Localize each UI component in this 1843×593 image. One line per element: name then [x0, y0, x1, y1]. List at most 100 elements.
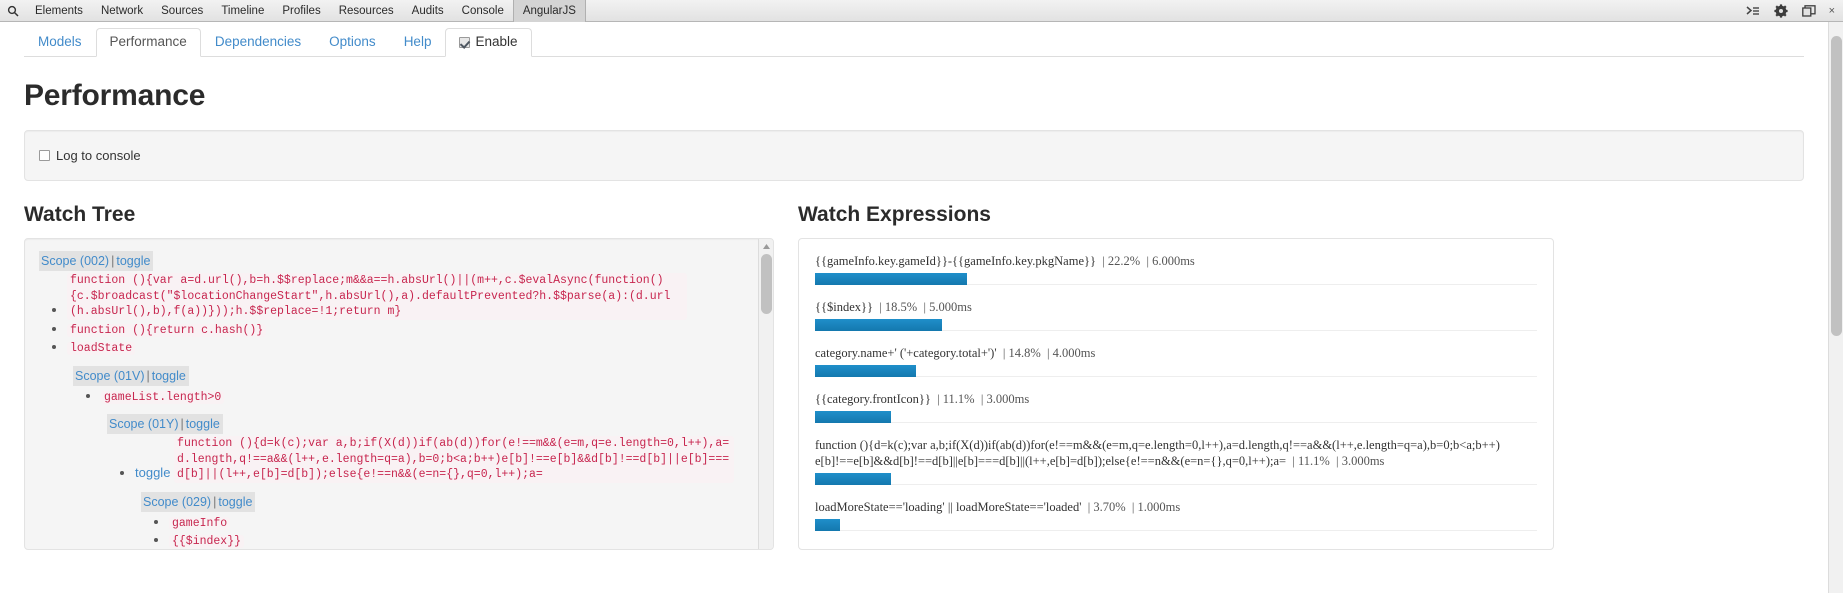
angularjs-batarang-panel: Models Performance Dependencies Options …: [0, 22, 1843, 593]
expression-text: {{$index}}: [815, 300, 874, 314]
expression-time: | 4.000ms: [1043, 346, 1096, 360]
enable-checkbox[interactable]: [459, 36, 471, 48]
devtools-toolbar: Elements Network Sources Timeline Profil…: [0, 0, 1843, 22]
tab-help[interactable]: Help: [390, 28, 446, 57]
expression-bar: [815, 365, 917, 377]
watch-tree-panel: Scope (002)|toggle function (){var a=d.u…: [24, 238, 774, 550]
watch-tree-scrollbar[interactable]: [758, 239, 773, 549]
scope-toggle-link[interactable]: toggle: [186, 417, 220, 431]
watch-tree-scroll-thumb[interactable]: [761, 254, 772, 314]
watch-expression-code: function (){var a=d.url(),b=h.$$replace;…: [67, 273, 687, 320]
scope-separator: |: [180, 417, 184, 431]
expression-text: loadMoreState=='loading' || loadMoreStat…: [815, 500, 1082, 514]
devtools-tab-profiles[interactable]: Profiles: [273, 0, 329, 22]
expression-bar: [815, 273, 968, 285]
devtools-panel-tabs: Elements Network Sources Timeline Profil…: [26, 0, 586, 22]
scope-toggle-link[interactable]: toggle: [218, 495, 252, 509]
expression-text: category.name+' ('+category.total+')': [815, 346, 997, 360]
expression-text: function (){d=k(c);var a,b;if(X(d))if(ab…: [815, 438, 1500, 468]
watch-item: {{$index}}: [169, 532, 757, 549]
expression-percent: | 11.1%: [933, 392, 975, 406]
scroll-up-icon[interactable]: [759, 239, 773, 253]
watch-expression-label: function (){d=k(c);var a,b;if(X(d))if(ab…: [815, 437, 1505, 469]
watch-expression-label: {{$index}} | 18.5% | 5.000ms: [815, 299, 1537, 315]
expression-bar-track: [815, 319, 1537, 331]
expression-percent: | 22.2%: [1099, 254, 1141, 268]
page-scroll-thumb[interactable]: [1831, 36, 1842, 336]
watch-item: function (){var a=d.url(),b=h.$$replace;…: [67, 273, 757, 320]
watch-expression-row: category.name+' ('+category.total+')' | …: [815, 345, 1537, 377]
expression-text: {{category.frontIcon}}: [815, 392, 931, 406]
watch-expressions-column: Watch Expressions {{gameInfo.key.gameId}…: [798, 181, 1554, 550]
devtools-tab-network[interactable]: Network: [92, 0, 152, 22]
page-scrollbar[interactable]: [1828, 22, 1843, 593]
scope-header: Scope (002) | toggle: [39, 251, 154, 271]
tab-performance[interactable]: Performance: [95, 28, 201, 57]
watch-expression-code: function (){return c.hash()}: [67, 323, 267, 337]
dock-window-icon[interactable]: [1801, 3, 1817, 19]
panel-tabs: Models Performance Dependencies Options …: [24, 28, 1804, 57]
scope-header: Scope (01V) | toggle: [73, 365, 189, 386]
page-title: Performance: [24, 79, 206, 112]
expression-bar-track: [815, 273, 1537, 285]
watch-expression-code: gameList.length>0: [101, 390, 225, 404]
devtools-tab-resources[interactable]: Resources: [330, 0, 403, 22]
watch-expression-row: {{gameInfo.key.gameId}}-{{gameInfo.key.p…: [815, 253, 1537, 285]
devtools-tab-sources[interactable]: Sources: [152, 0, 212, 22]
devtools-toolbar-actions: ×: [1745, 0, 1843, 22]
devtools-tab-elements[interactable]: Elements: [26, 0, 92, 22]
close-icon[interactable]: ×: [1829, 5, 1837, 17]
watch-tree-column: Watch Tree Scope (002)|toggle function (…: [24, 181, 774, 550]
devtools-tab-timeline[interactable]: Timeline: [212, 0, 273, 22]
scope-link[interactable]: Scope (029): [143, 495, 211, 509]
devtools-tab-angularjs[interactable]: AngularJS: [512, 0, 586, 22]
scope-link[interactable]: Scope (002): [41, 254, 109, 268]
scope-toggle-link[interactable]: toggle: [116, 254, 150, 268]
expression-percent: | 18.5%: [876, 300, 918, 314]
watch-expression-row: function (){d=k(c);var a,b;if(X(d))if(ab…: [815, 437, 1537, 485]
watch-item: loadState: [67, 339, 757, 357]
scope-link[interactable]: Scope (01V): [75, 369, 144, 383]
expression-bar-track: [815, 473, 1537, 485]
watch-expressions-panel: {{gameInfo.key.gameId}}-{{gameInfo.key.p…: [798, 238, 1554, 550]
watch-expression-code: function (){d=k(c);var a,b;if(X(d))if(ab…: [174, 436, 735, 483]
search-icon[interactable]: [0, 0, 26, 22]
expression-bar: [815, 411, 892, 423]
enable-toggle[interactable]: Enable: [445, 28, 532, 57]
expression-percent: | 14.8%: [999, 346, 1041, 360]
expression-bar: [815, 319, 942, 331]
watch-list: function (){var a=d.url(),b=h.$$replace;…: [39, 273, 757, 357]
scope-header: Scope (029) | toggle: [141, 491, 256, 512]
watch-expressions-title: Watch Expressions: [798, 203, 991, 226]
watch-expression-code: {{$index}}: [169, 535, 245, 548]
tab-dependencies[interactable]: Dependencies: [201, 28, 315, 57]
expression-time: | 3.000ms: [977, 392, 1030, 406]
watch-expression-code: loadState: [67, 342, 136, 355]
devtools-tab-audits[interactable]: Audits: [403, 0, 453, 22]
gear-icon[interactable]: [1773, 3, 1789, 19]
log-to-console-row[interactable]: Log to console: [39, 148, 141, 163]
expression-percent: | 3.70%: [1084, 500, 1126, 514]
scope-toggle-link[interactable]: toggle: [152, 369, 186, 383]
watch-list: gameList.length>0: [73, 388, 757, 406]
enable-label: Enable: [475, 34, 518, 49]
devtools-tab-console[interactable]: Console: [453, 0, 513, 22]
expression-time: | 6.000ms: [1143, 254, 1195, 268]
watch-expression-label: loadMoreState=='loading' || loadMoreStat…: [815, 499, 1537, 515]
expression-bar: [815, 473, 892, 485]
watch-expression-label: {{category.frontIcon}} | 11.1% | 3.000ms: [815, 391, 1537, 407]
log-to-console-checkbox[interactable]: [39, 150, 50, 161]
console-drawer-icon[interactable]: [1745, 3, 1761, 19]
scope-link[interactable]: Scope (01Y): [109, 417, 178, 431]
tab-options[interactable]: Options: [315, 28, 390, 57]
watch-expression-code: gameInfo: [169, 516, 231, 530]
expression-bar-track: [815, 411, 1537, 423]
watch-tree-title: Watch Tree: [24, 203, 136, 226]
watch-expression-label: {{gameInfo.key.gameId}}-{{gameInfo.key.p…: [815, 253, 1537, 269]
watch-item: gameInfo: [169, 514, 757, 532]
tab-models[interactable]: Models: [24, 28, 96, 57]
watch-toggle-link[interactable]: toggle: [135, 465, 170, 480]
watch-item: gameList.length>0: [101, 388, 757, 406]
